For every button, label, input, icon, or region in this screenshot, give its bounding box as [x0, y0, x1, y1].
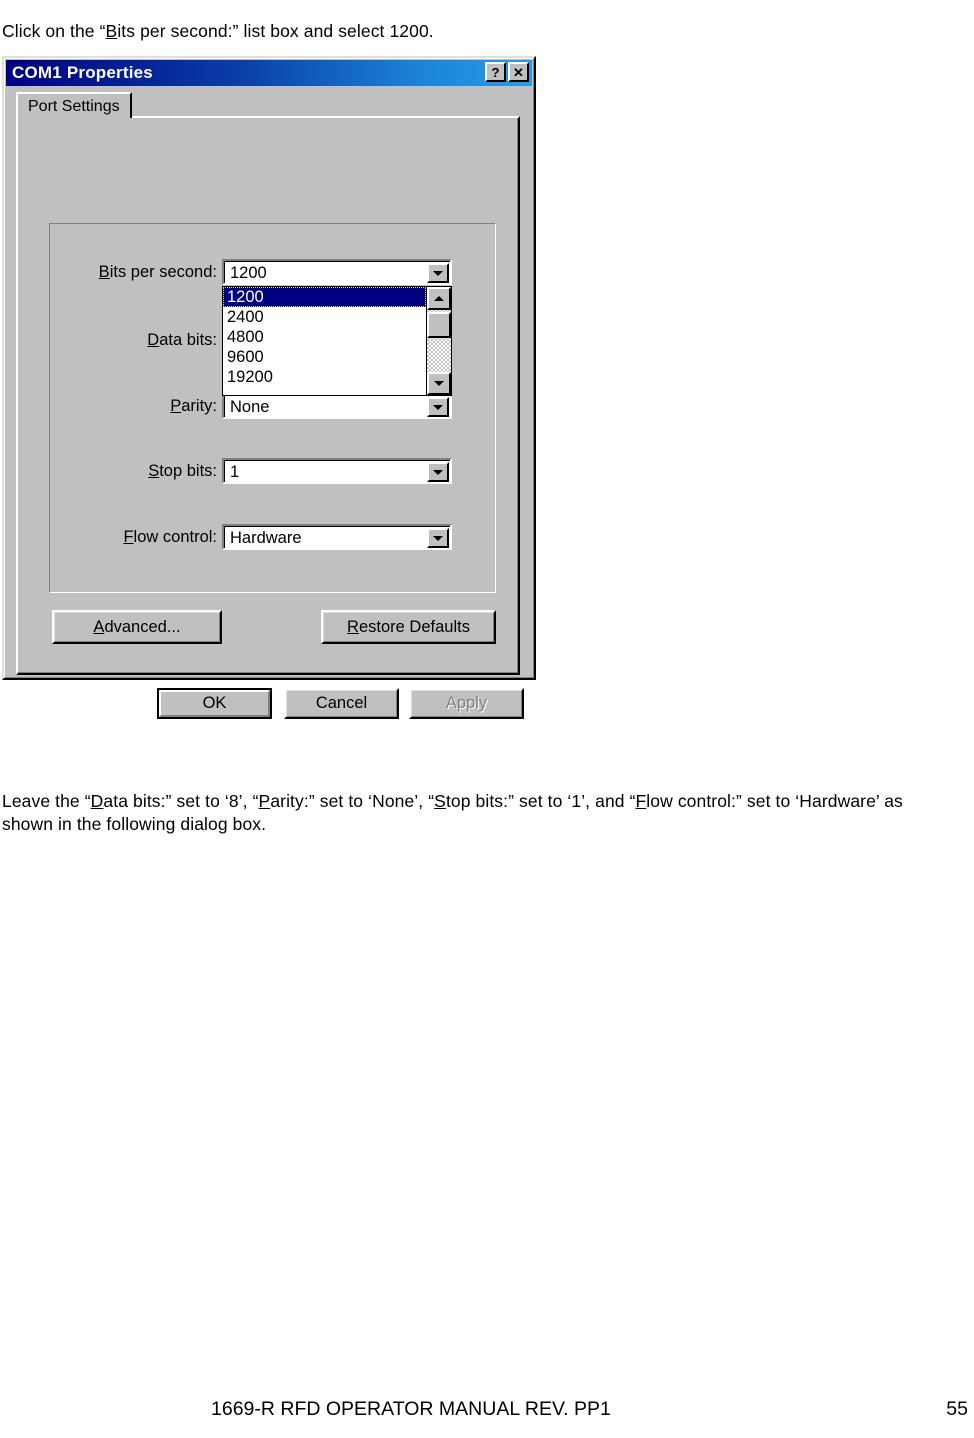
- parity-label-rest: arity:: [181, 397, 217, 415]
- triangle-down-glyph: [433, 270, 443, 276]
- bits-per-second-accel: B: [98, 263, 110, 281]
- list-item[interactable]: 2400: [223, 307, 426, 327]
- bits-per-second-value: 1200: [230, 264, 267, 282]
- flow-control-label-rest: low control:: [133, 528, 217, 546]
- page-footer: 1669-R RFD OPERATOR MANUAL REV. PP1 55: [0, 1398, 974, 1428]
- com1-properties-dialog: COM1 Properties ? ✕ Port Settings Bits p…: [2, 56, 536, 719]
- stop-bits-value: 1: [230, 463, 240, 481]
- ok-button[interactable]: OK: [157, 688, 272, 719]
- dialog-title-bar[interactable]: COM1 Properties ? ✕: [6, 60, 532, 86]
- flow-control-value: Hardware: [230, 529, 302, 547]
- restore-defaults-button[interactable]: Restore Defaults: [321, 610, 496, 644]
- footer-page-number: 55: [946, 1398, 968, 1420]
- help-glyph: ?: [491, 64, 500, 80]
- tab-port-settings-label: Port Settings: [28, 98, 120, 115]
- advanced-button[interactable]: Advanced...: [52, 610, 222, 644]
- restore-label-rest: estore Defaults: [358, 617, 470, 636]
- apply-button-label: Apply: [445, 694, 488, 712]
- data-bits-label: Data bits:: [82, 331, 217, 349]
- triangle-down-glyph: [433, 535, 443, 541]
- leave-paragraph: Leave the “Data bits:” set to ‘8’, “Pari…: [2, 790, 947, 836]
- triangle-down-glyph: [434, 381, 444, 386]
- tab-port-settings[interactable]: Port Settings: [16, 92, 132, 118]
- data-bits-accel: D: [147, 331, 160, 349]
- flow-control-combo[interactable]: Hardware: [222, 524, 452, 550]
- flow-control-combo-field[interactable]: Hardware: [224, 526, 450, 548]
- leave-text-seg4: top bits:” set to ‘1’, and “: [445, 790, 636, 811]
- leave-text-seg2: ata bits:” set to ‘8’, “: [103, 790, 259, 811]
- scrollbar-thumb[interactable]: [427, 312, 451, 338]
- leave-accel-d: D: [90, 790, 104, 811]
- leave-accel-p: P: [258, 790, 271, 811]
- chevron-down-icon[interactable]: [427, 462, 449, 482]
- restore-accel: R: [347, 617, 359, 636]
- close-icon[interactable]: ✕: [508, 62, 529, 82]
- advanced-button-label-group: Advanced...: [93, 618, 180, 637]
- intro-text-pre: Click on the “: [2, 20, 106, 41]
- data-bits-label-rest: ata bits:: [159, 331, 217, 349]
- advanced-accel: A: [93, 617, 105, 636]
- triangle-down-glyph: [433, 469, 443, 475]
- list-item[interactable]: 9600: [223, 347, 426, 367]
- title-bar-buttons: ? ✕: [485, 62, 529, 82]
- dialog-title: COM1 Properties: [12, 63, 153, 82]
- ok-button-label: OK: [202, 694, 227, 712]
- scroll-down-icon[interactable]: [427, 372, 451, 395]
- intro-accel-char: B: [105, 20, 118, 41]
- tab-strip: Port Settings: [16, 92, 520, 118]
- parity-combo[interactable]: None: [222, 393, 452, 419]
- restore-button-label-group: Restore Defaults: [347, 618, 470, 637]
- leave-accel-f: F: [635, 790, 647, 811]
- triangle-down-glyph: [433, 404, 443, 410]
- advanced-label-rest: dvanced...: [104, 617, 181, 636]
- chevron-down-icon[interactable]: [427, 397, 449, 417]
- bits-per-second-label: Bits per second:: [82, 263, 217, 281]
- dropdown-scrollbar[interactable]: [426, 287, 451, 395]
- intro-text-post: its per second:” list box and select 120…: [117, 20, 434, 41]
- bits-per-second-combo[interactable]: 1200: [222, 259, 452, 285]
- leave-accel-s: S: [434, 790, 446, 811]
- bits-per-second-label-rest: its per second:: [109, 263, 217, 281]
- parity-combo-field[interactable]: None: [224, 395, 450, 417]
- list-item[interactable]: 4800: [223, 327, 426, 347]
- close-glyph: ✕: [513, 64, 524, 80]
- cancel-button-label: Cancel: [315, 694, 368, 712]
- footer-manual-title: 1669-R RFD OPERATOR MANUAL REV. PP1: [211, 1398, 611, 1420]
- bits-per-second-combo-field[interactable]: 1200: [224, 261, 450, 283]
- chevron-down-icon[interactable]: [427, 528, 449, 548]
- stop-bits-accel: S: [148, 462, 160, 480]
- stop-bits-combo[interactable]: 1: [222, 458, 452, 484]
- list-item[interactable]: 19200: [223, 367, 426, 387]
- triangle-up-glyph: [434, 296, 444, 301]
- stop-bits-combo-field[interactable]: 1: [224, 460, 450, 482]
- apply-button: Apply: [409, 688, 524, 719]
- parity-label: Parity:: [82, 397, 217, 415]
- dropdown-option-list[interactable]: 1200 2400 4800 9600 19200: [223, 287, 426, 395]
- chevron-down-icon[interactable]: [427, 263, 449, 283]
- stop-bits-label-rest: top bits:: [159, 462, 217, 480]
- leave-text-seg3: arity:” set to ‘None’, “: [270, 790, 435, 811]
- parity-accel: P: [170, 397, 182, 415]
- stop-bits-label: Stop bits:: [82, 462, 217, 480]
- scroll-up-icon[interactable]: [427, 287, 451, 310]
- leave-text-seg1: Leave the “: [2, 790, 91, 811]
- help-icon[interactable]: ?: [485, 62, 506, 82]
- bits-per-second-dropdown-list[interactable]: 1200 2400 4800 9600 19200: [222, 286, 452, 396]
- cancel-button[interactable]: Cancel: [284, 688, 399, 719]
- parity-value: None: [230, 398, 270, 416]
- list-item[interactable]: 1200: [223, 287, 426, 307]
- intro-paragraph: Click on the “Bits per second:” list box…: [2, 20, 942, 43]
- flow-control-accel: F: [123, 528, 134, 546]
- flow-control-label: Flow control:: [82, 528, 217, 546]
